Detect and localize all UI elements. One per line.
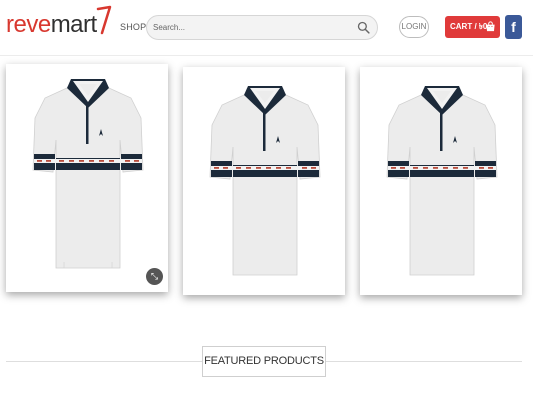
product-card[interactable]: ⤡ — [6, 64, 168, 292]
search-icon[interactable] — [357, 21, 370, 34]
logo-part-mart: mart — [50, 11, 98, 38]
polo-shirt-image — [32, 78, 144, 269]
page: revemart SHOP LOGIN CART / ৳0 f — [0, 0, 533, 400]
polo-shirt-image — [209, 86, 321, 276]
product-card[interactable] — [360, 67, 522, 295]
search-bar — [146, 15, 378, 40]
logo-part-reve: reve — [6, 11, 51, 38]
logo-text: revemart — [6, 13, 97, 37]
featured-products-heading: FEATURED PRODUCTS — [202, 346, 326, 377]
polo-shirt-image — [386, 86, 498, 276]
logo[interactable]: revemart — [6, 5, 112, 43]
shopping-bag-icon — [486, 21, 495, 32]
login-button[interactable]: LOGIN — [399, 16, 429, 38]
shop-link[interactable]: SHOP — [120, 22, 146, 32]
product-card[interactable] — [183, 67, 345, 295]
zoom-icon[interactable]: ⤡ — [146, 268, 163, 285]
search-input[interactable] — [153, 18, 353, 37]
cart-label: CART / ৳0 — [450, 22, 488, 31]
logo-swoosh-icon — [96, 5, 112, 35]
facebook-button[interactable]: f — [505, 15, 522, 39]
header: revemart SHOP LOGIN CART / ৳0 f — [0, 0, 533, 56]
cart-button[interactable]: CART / ৳0 — [445, 16, 500, 38]
